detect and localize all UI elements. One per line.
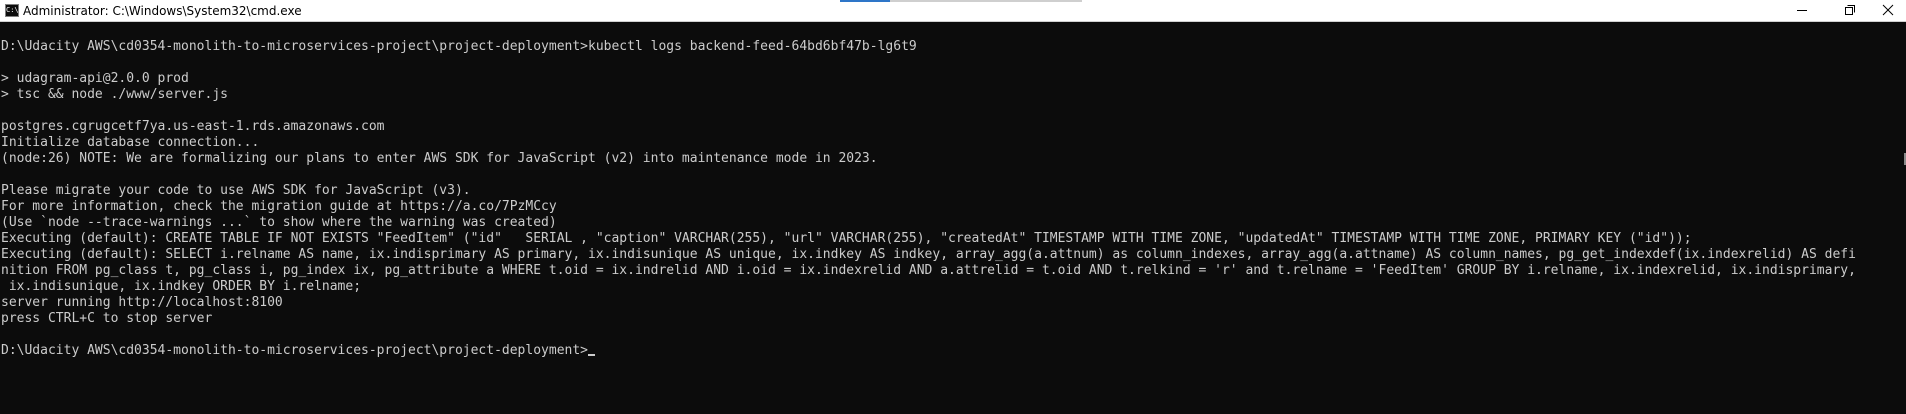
cmd-window: C:\ Administrator: C:\Windows\System32\c…	[0, 0, 1906, 414]
console-line: (node:26) NOTE: We are formalizing our p…	[1, 151, 878, 166]
minimize-button[interactable]	[1779, 0, 1825, 21]
console-line: > udagram-api@2.0.0 prod	[1, 71, 189, 86]
taskbar-highlight-inactive	[890, 0, 1082, 2]
console-line: Executing (default): CREATE TABLE IF NOT…	[1, 231, 1692, 246]
console-line: For more information, check the migratio…	[1, 199, 557, 214]
console-line: postgres.cgrugcetf7ya.us-east-1.rds.amaz…	[1, 119, 385, 134]
console-output[interactable]: D:\Udacity AWS\cd0354-monolith-to-micros…	[0, 22, 1896, 414]
scrollbar[interactable]	[1896, 22, 1906, 414]
console-line: Executing (default): SELECT i.relname AS…	[1, 247, 1856, 262]
console-line: > tsc && node ./www/server.js	[1, 87, 228, 102]
console-line: Initialize database connection...	[1, 135, 260, 150]
console-lines: D:\Udacity AWS\cd0354-monolith-to-micros…	[1, 39, 1895, 359]
window-title: Administrator: C:\Windows\System32\cmd.e…	[23, 4, 302, 18]
console-line: (Use `node --trace-warnings ...` to show…	[1, 215, 557, 230]
close-icon	[1882, 4, 1894, 16]
console-line: D:\Udacity AWS\cd0354-monolith-to-micros…	[1, 39, 917, 54]
minimize-icon	[1797, 10, 1807, 11]
console-line: ix.indisunique, ix.indkey ORDER BY i.rel…	[1, 279, 362, 294]
command-prompt-line[interactable]: D:\Udacity AWS\cd0354-monolith-to-micros…	[1, 343, 1895, 359]
console-line: server running http://localhost:8100	[1, 295, 283, 310]
close-button[interactable]	[1871, 0, 1906, 21]
command-prompt-icon[interactable]: C:\	[5, 4, 19, 17]
restore-button[interactable]	[1825, 0, 1871, 21]
command-prompt: D:\Udacity AWS\cd0354-monolith-to-micros…	[1, 343, 588, 358]
console-line: press CTRL+C to stop server	[1, 311, 213, 326]
maximize-icon	[1845, 5, 1855, 15]
console-line: nition FROM pg_class t, pg_class i, pg_i…	[1, 263, 1856, 278]
taskbar-highlight-active	[840, 0, 890, 2]
text-cursor	[588, 354, 595, 356]
title-bar[interactable]: C:\ Administrator: C:\Windows\System32\c…	[0, 0, 1906, 22]
console-line: Please migrate your code to use AWS SDK …	[1, 183, 471, 198]
